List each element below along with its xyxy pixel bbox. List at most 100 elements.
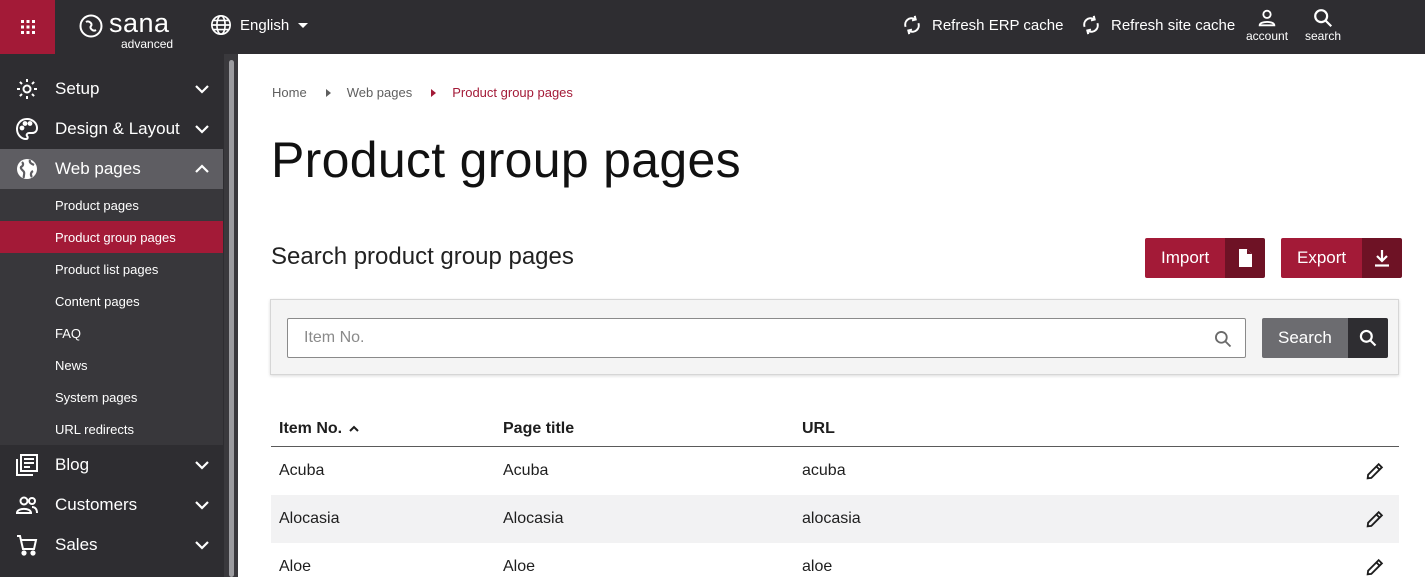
web-pages-submenu: Product pages Product group pages Produc… <box>0 189 223 445</box>
sidebar-item-blog[interactable]: Blog <box>0 445 223 485</box>
import-button-label: Import <box>1145 238 1226 278</box>
caret-down-icon <box>298 23 309 28</box>
grid-icon <box>20 20 35 34</box>
cell-url: acuba <box>802 462 846 479</box>
account-button[interactable]: account <box>1246 7 1288 43</box>
refresh-site-label: Refresh site cache <box>1111 16 1236 34</box>
export-button[interactable]: Export <box>1281 238 1403 278</box>
cell-item-no: Alocasia <box>279 510 340 527</box>
column-header-url[interactable]: URL <box>802 420 835 438</box>
file-icon <box>1225 238 1266 278</box>
language-selector[interactable]: English <box>210 14 309 36</box>
breadcrumb-separator-icon <box>431 88 437 97</box>
refresh-icon <box>904 15 920 35</box>
import-button[interactable]: Import <box>1145 238 1266 278</box>
sidebar-item-setup[interactable]: Setup <box>0 69 223 109</box>
sidebar-item-sales[interactable]: Sales <box>0 525 223 565</box>
table-row: Acuba Acuba acuba <box>271 447 1399 495</box>
sidebar-item-label: Sales <box>55 535 98 554</box>
search-icon <box>1347 318 1388 358</box>
chevron-down-icon <box>195 125 209 134</box>
sidebar-item-label: Web pages <box>55 159 141 178</box>
logo-sub: advanced <box>121 37 174 51</box>
cell-page-title: Alocasia <box>503 510 564 527</box>
sidebar-item-web-pages[interactable]: Web pages <box>0 149 223 189</box>
account-label: account <box>1246 29 1289 43</box>
cell-url: aloe <box>802 558 833 575</box>
sidebar-item-label: Design & Layout <box>55 119 180 138</box>
cell-url: alocasia <box>802 510 861 527</box>
search-button[interactable]: Search <box>1262 318 1388 358</box>
sort-ascending-icon <box>349 425 359 432</box>
chevron-down-icon <box>195 461 209 470</box>
globe-icon <box>17 159 37 179</box>
search-input-wrapper <box>287 318 1246 358</box>
blog-icon <box>16 454 38 476</box>
sidebar-item-label: Blog <box>55 455 90 474</box>
breadcrumb-home[interactable]: Home <box>272 85 307 100</box>
top-bar: sana advanced English Refresh ERP cache … <box>0 0 1425 54</box>
search-button-label: Search <box>1262 318 1348 358</box>
column-header-label: URL <box>802 420 835 437</box>
search-input[interactable] <box>288 319 1208 357</box>
sidebar-subitem-product-list-pages[interactable]: Product list pages <box>0 253 223 285</box>
section-title: Search product group pages <box>271 243 574 270</box>
breadcrumb-separator-icon <box>325 88 331 97</box>
breadcrumb-web-pages[interactable]: Web pages <box>347 85 413 100</box>
chevron-up-icon <box>195 164 209 173</box>
sidebar-subitem-news[interactable]: News <box>0 349 223 381</box>
refresh-erp-cache-button[interactable]: Refresh ERP cache <box>901 14 1063 36</box>
cart-icon <box>17 535 38 556</box>
refresh-erp-label: Refresh ERP cache <box>932 16 1064 34</box>
column-header-page-title[interactable]: Page title <box>503 420 574 438</box>
search-icon <box>1215 331 1232 348</box>
cell-item-no: Aloe <box>279 558 312 575</box>
sidebar-item-customers[interactable]: Customers <box>0 485 223 525</box>
breadcrumb-current: Product group pages <box>452 85 573 100</box>
edit-icon[interactable] <box>1364 556 1386 577</box>
sidebar-subitem-product-pages[interactable]: Product pages <box>0 189 223 221</box>
edit-icon[interactable] <box>1364 460 1386 482</box>
cell-page-title: Acuba <box>503 462 549 479</box>
refresh-icon <box>1083 15 1099 35</box>
sidebar-subitem-url-redirects[interactable]: URL redirects <box>0 413 223 445</box>
globe-icon <box>211 15 231 35</box>
sidebar: Setup Design & Layout Web pages Product … <box>0 54 238 577</box>
search-header-button[interactable]: search <box>1305 7 1341 43</box>
cell-item-no: Acuba <box>279 462 325 479</box>
search-panel: Search <box>270 299 1399 375</box>
table-header: Item No. Page title URL <box>271 410 1399 447</box>
chevron-down-icon <box>195 501 209 510</box>
breadcrumb: Home Web pages Product group pages <box>272 85 573 100</box>
gear-icon <box>17 79 37 99</box>
export-button-label: Export <box>1281 238 1363 278</box>
chevron-down-icon <box>195 541 209 550</box>
table-row: Aloe Aloe aloe <box>271 543 1399 577</box>
language-label: English <box>240 16 290 34</box>
palette-icon <box>15 117 39 141</box>
logo-name: sana <box>109 8 170 38</box>
sidebar-scrollbar[interactable] <box>229 60 234 577</box>
account-icon <box>1258 9 1276 27</box>
search-icon <box>1314 9 1333 28</box>
results-table: Item No. Page title URL Acuba Acuba acub… <box>271 410 1399 577</box>
sidebar-subitem-content-pages[interactable]: Content pages <box>0 285 223 317</box>
column-header-label: Item No. <box>279 420 343 437</box>
sidebar-item-label: Setup <box>55 79 100 98</box>
sidebar-item-design-layout[interactable]: Design & Layout <box>0 109 223 149</box>
edit-icon[interactable] <box>1364 508 1386 530</box>
people-icon <box>15 496 38 514</box>
sidebar-subitem-faq[interactable]: FAQ <box>0 317 223 349</box>
search-header-label: search <box>1305 29 1342 43</box>
sidebar-item-label: Customers <box>55 495 138 514</box>
cell-page-title: Aloe <box>503 558 536 575</box>
table-row: Alocasia Alocasia alocasia <box>271 495 1399 543</box>
column-header-label: Page title <box>503 420 575 437</box>
apps-menu-button[interactable] <box>0 0 55 54</box>
refresh-site-cache-button[interactable]: Refresh site cache <box>1080 14 1235 36</box>
column-header-item-no[interactable]: Item No. <box>279 420 360 438</box>
sidebar-subitem-system-pages[interactable]: System pages <box>0 381 223 413</box>
page-title: Product group pages <box>271 132 741 188</box>
sana-logo-icon <box>79 14 103 38</box>
sidebar-subitem-product-group-pages[interactable]: Product group pages <box>0 221 223 253</box>
